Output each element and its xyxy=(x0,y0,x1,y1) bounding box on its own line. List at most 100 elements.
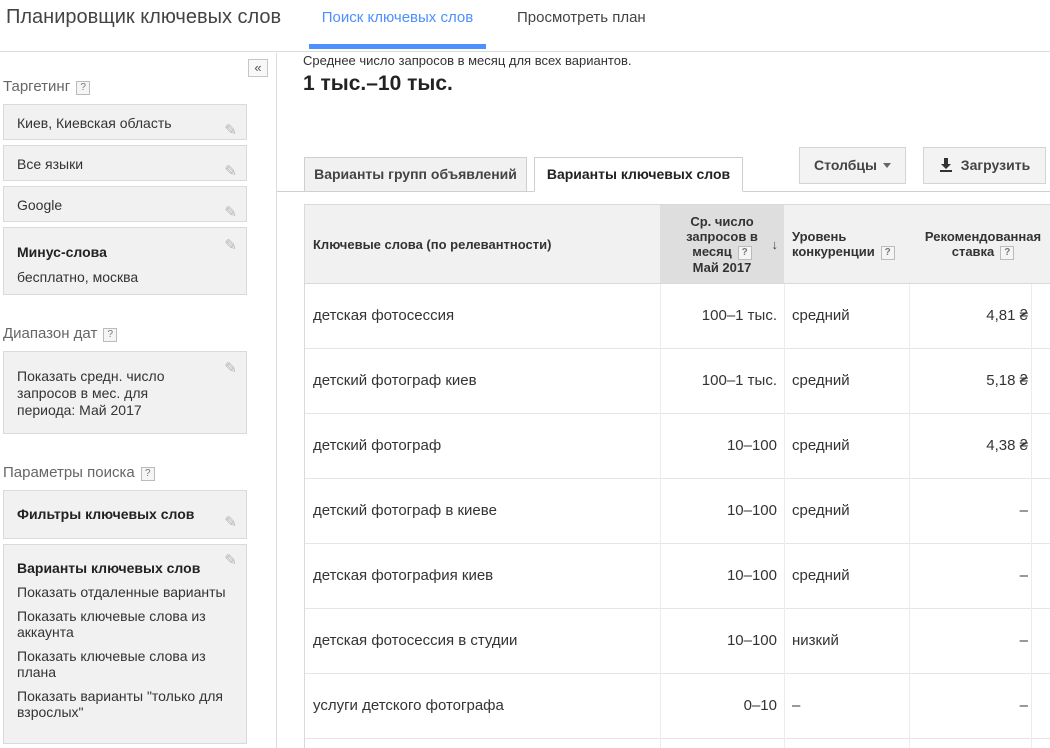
suggested-bid-cell: 4,38 ₴ xyxy=(986,437,1028,454)
suggested-bid-cell: – xyxy=(1019,697,1028,714)
avg-header-line: месяц xyxy=(692,243,732,259)
targeting-language-value: Все языки xyxy=(17,156,84,172)
comp-header-line: Уровень xyxy=(792,229,847,244)
summary-label: Среднее число запросов в месяц для всех … xyxy=(303,53,632,68)
negative-keywords[interactable]: Минус-слова бесплатно, москва ✎ xyxy=(3,227,247,295)
suggested-bid-cell: 4,81 ₴ xyxy=(986,307,1028,324)
targeting-network-value: Google xyxy=(17,197,63,213)
active-tab-indicator xyxy=(309,44,486,49)
competition-cell: средний xyxy=(792,567,850,584)
avg-searches-cell: 10–100 xyxy=(726,632,777,649)
pencil-icon[interactable]: ✎ xyxy=(224,499,237,546)
suggested-bid-cell: – xyxy=(1019,502,1028,519)
app-title: Планировщик ключевых слов xyxy=(6,6,282,28)
date-range-line: периода: Май 2017 xyxy=(17,402,142,418)
avg-searches-cell: 10–100 xyxy=(726,502,777,519)
pencil-icon[interactable]: ✎ xyxy=(224,154,237,190)
download-icon xyxy=(939,151,953,186)
keyword-options-line: Показать отдаленные варианты xyxy=(17,584,226,600)
table-row[interactable]: детский фотограф киев 100–1 тыс. средний… xyxy=(305,349,1050,414)
help-icon[interactable]: ? xyxy=(76,81,91,95)
pencil-icon[interactable]: ✎ xyxy=(224,113,237,149)
keyword-options-line: взрослых" xyxy=(17,704,84,720)
keyword-cell: детская фотосессия xyxy=(313,307,455,324)
tab-keyword-ideas[interactable]: Варианты ключевых слов xyxy=(534,157,743,192)
competition-cell: средний xyxy=(792,372,850,389)
table-row[interactable]: детский фотограф 10–100 средний 4,38 ₴ xyxy=(305,414,1050,479)
table-row[interactable]: детская фотография киев 10–100 средний – xyxy=(305,544,1050,609)
avg-searches-cell: 100–1 тыс. xyxy=(701,307,777,324)
chevron-down-icon xyxy=(882,163,891,168)
column-header-avg-searches[interactable]: Ср. число запросов в месяц? Май 2017 ↓ xyxy=(660,205,784,283)
avg-searches-cell: 100–1 тыс. xyxy=(701,372,777,389)
table-row[interactable]: детская фотосессия в студии 10–100 низки… xyxy=(305,609,1050,674)
keyword-filters[interactable]: Фильтры ключевых слов ✎ xyxy=(3,490,247,539)
table-row[interactable]: услуги детского фотографа 0–10 – – xyxy=(305,674,1050,739)
table-row[interactable]: детская фотосессия 100–1 тыс. средний 4,… xyxy=(305,284,1050,349)
suggested-bid-cell: – xyxy=(1019,567,1028,584)
date-range-title: Диапазон дат? xyxy=(3,325,118,342)
bid-header-line: ставка xyxy=(951,244,995,259)
pencil-icon[interactable]: ✎ xyxy=(224,553,237,569)
keyword-filters-label: Фильтры ключевых слов xyxy=(17,506,195,522)
keyword-options-line: Показать ключевые слова из xyxy=(17,648,206,664)
table-header: Ключевые слова (по релевантности) Ср. чи… xyxy=(305,205,1050,284)
competition-cell: средний xyxy=(792,437,850,454)
targeting-title-text: Таргетинг xyxy=(3,78,71,95)
competition-cell: средний xyxy=(792,307,850,324)
negative-keywords-title: Минус-слова xyxy=(17,244,107,260)
column-header-competition[interactable]: Уровень конкуренции? xyxy=(792,205,910,284)
keyword-options[interactable]: Варианты ключевых слов Показать отдаленн… xyxy=(3,544,247,744)
tab-view-plan[interactable]: Просмотреть план xyxy=(517,9,646,26)
column-divider xyxy=(1031,284,1032,748)
keyword-cell: детский фотограф в киеве xyxy=(313,502,497,519)
search-params-title-text: Параметры поиска xyxy=(3,464,135,481)
pencil-icon[interactable]: ✎ xyxy=(224,236,237,254)
keyword-cell: детский фотограф xyxy=(313,437,442,454)
avg-header-line: запросов в xyxy=(686,228,758,244)
bid-header-line: Рекомендованная xyxy=(924,229,1042,244)
collapse-sidebar-icon[interactable]: « xyxy=(248,59,268,77)
column-divider xyxy=(660,284,661,748)
targeting-network[interactable]: Google ✎ xyxy=(3,186,247,222)
columns-button-label: Столбцы xyxy=(814,157,877,173)
tab-ad-group-ideas[interactable]: Варианты групп объявлений xyxy=(304,157,527,192)
help-icon[interactable]: ? xyxy=(880,246,895,260)
keyword-options-line: Показать ключевые слова из xyxy=(17,608,206,624)
columns-button[interactable]: Столбцы xyxy=(799,147,906,184)
date-range-line: запросов в мес. для xyxy=(17,385,149,401)
keyword-cell: детская фотография киев xyxy=(313,567,494,584)
summary-value: 1 тыс.–10 тыс. xyxy=(303,72,453,95)
keyword-ideas-table: Ключевые слова (по релевантности) Ср. чи… xyxy=(304,204,1050,748)
targeting-location-value: Киев, Киевская область xyxy=(17,115,172,131)
keyword-options-line: Показать варианты "только для xyxy=(17,688,224,704)
column-divider xyxy=(909,284,910,748)
competition-cell: – xyxy=(792,697,801,714)
targeting-location[interactable]: Киев, Киевская область ✎ xyxy=(3,104,247,140)
table-row[interactable]: детский фотограф в киеве 10–100 средний … xyxy=(305,479,1050,544)
suggested-bid-cell: 5,18 ₴ xyxy=(986,372,1028,389)
tab-keyword-search[interactable]: Поиск ключевых слов xyxy=(309,9,486,26)
suggested-bid-cell: – xyxy=(1019,632,1028,649)
download-button[interactable]: Загрузить xyxy=(923,147,1046,184)
avg-header-line: Май 2017 xyxy=(692,259,752,275)
help-icon[interactable]: ? xyxy=(737,245,752,260)
help-icon[interactable]: ? xyxy=(140,467,155,481)
help-icon[interactable]: ? xyxy=(103,328,118,342)
column-header-suggested-bid[interactable]: Рекомендованная ставка? xyxy=(915,205,1050,284)
sidebar: « Таргетинг? Киев, Киевская область ✎ Вс… xyxy=(0,53,277,748)
help-icon[interactable]: ? xyxy=(1000,246,1015,260)
comp-header-line: конкуренции xyxy=(792,244,875,259)
pencil-icon[interactable]: ✎ xyxy=(224,195,237,231)
avg-header-line: Ср. число xyxy=(690,213,754,229)
keyword-cell: детский фотограф киев xyxy=(313,372,477,389)
targeting-language[interactable]: Все языки ✎ xyxy=(3,145,247,181)
pencil-icon[interactable]: ✎ xyxy=(224,360,237,377)
column-divider xyxy=(784,284,785,748)
sort-descending-icon[interactable]: ↓ xyxy=(772,237,779,252)
date-range-box[interactable]: Показать средн. число запросов в мес. дл… xyxy=(3,351,247,434)
column-header-keyword[interactable]: Ключевые слова (по релевантности) xyxy=(313,205,653,284)
competition-cell: низкий xyxy=(792,632,839,649)
competition-cell: средний xyxy=(792,502,850,519)
negative-keywords-value: бесплатно, москва xyxy=(17,269,139,285)
